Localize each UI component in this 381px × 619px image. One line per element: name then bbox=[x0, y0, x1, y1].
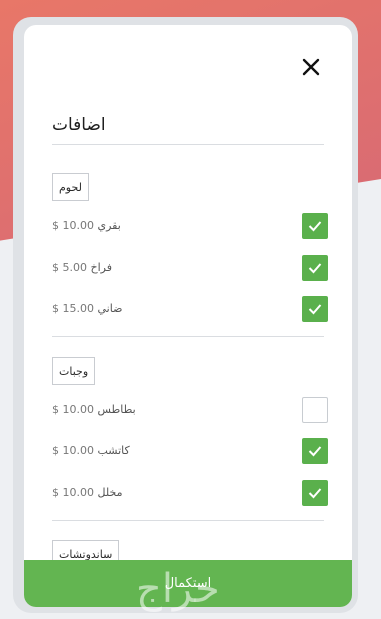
addon-label: $ 15.00 ضاني bbox=[52, 302, 123, 315]
addon-label: $ 10.00 بطاطس bbox=[52, 403, 136, 416]
close-button[interactable] bbox=[299, 55, 323, 79]
check-icon bbox=[308, 304, 322, 315]
addon-checkbox-checked[interactable] bbox=[302, 480, 328, 506]
addons-modal: اضافات لحوم $ 10.00 بقري $ 5.00 فراخ $ 1… bbox=[24, 25, 352, 607]
section-divider bbox=[52, 520, 324, 521]
addon-row[interactable]: $ 10.00 بقري bbox=[52, 213, 328, 239]
check-icon bbox=[308, 446, 322, 457]
section-divider bbox=[52, 336, 324, 337]
check-icon bbox=[308, 221, 322, 232]
addon-label: $ 5.00 فراخ bbox=[52, 261, 112, 274]
addon-checkbox-checked[interactable] bbox=[302, 296, 328, 322]
addon-label: $ 10.00 كاتشب bbox=[52, 444, 130, 457]
page-title: اضافات bbox=[52, 115, 106, 135]
addon-checkbox-checked[interactable] bbox=[302, 213, 328, 239]
addon-row[interactable]: $ 5.00 فراخ bbox=[52, 255, 328, 281]
category-label-meals: وجبات bbox=[52, 357, 96, 385]
check-icon bbox=[308, 263, 322, 274]
addon-checkbox-checked[interactable] bbox=[302, 438, 328, 464]
title-divider bbox=[52, 144, 324, 145]
addon-label: $ 10.00 مخلل bbox=[52, 486, 123, 499]
addon-row[interactable]: $ 10.00 كاتشب bbox=[52, 438, 328, 464]
addon-label: $ 10.00 بقري bbox=[52, 219, 121, 232]
addon-row[interactable]: $ 10.00 بطاطس bbox=[52, 397, 328, 423]
addon-row[interactable]: $ 10.00 مخلل bbox=[52, 480, 328, 506]
category-label-meats: لحوم bbox=[52, 173, 89, 201]
close-icon bbox=[302, 58, 320, 76]
addon-checkbox-unchecked[interactable] bbox=[302, 397, 328, 423]
addon-row[interactable]: $ 15.00 ضاني bbox=[52, 296, 328, 322]
check-icon bbox=[308, 488, 322, 499]
addon-checkbox-checked[interactable] bbox=[302, 255, 328, 281]
haraj-watermark: حراج bbox=[136, 566, 222, 612]
